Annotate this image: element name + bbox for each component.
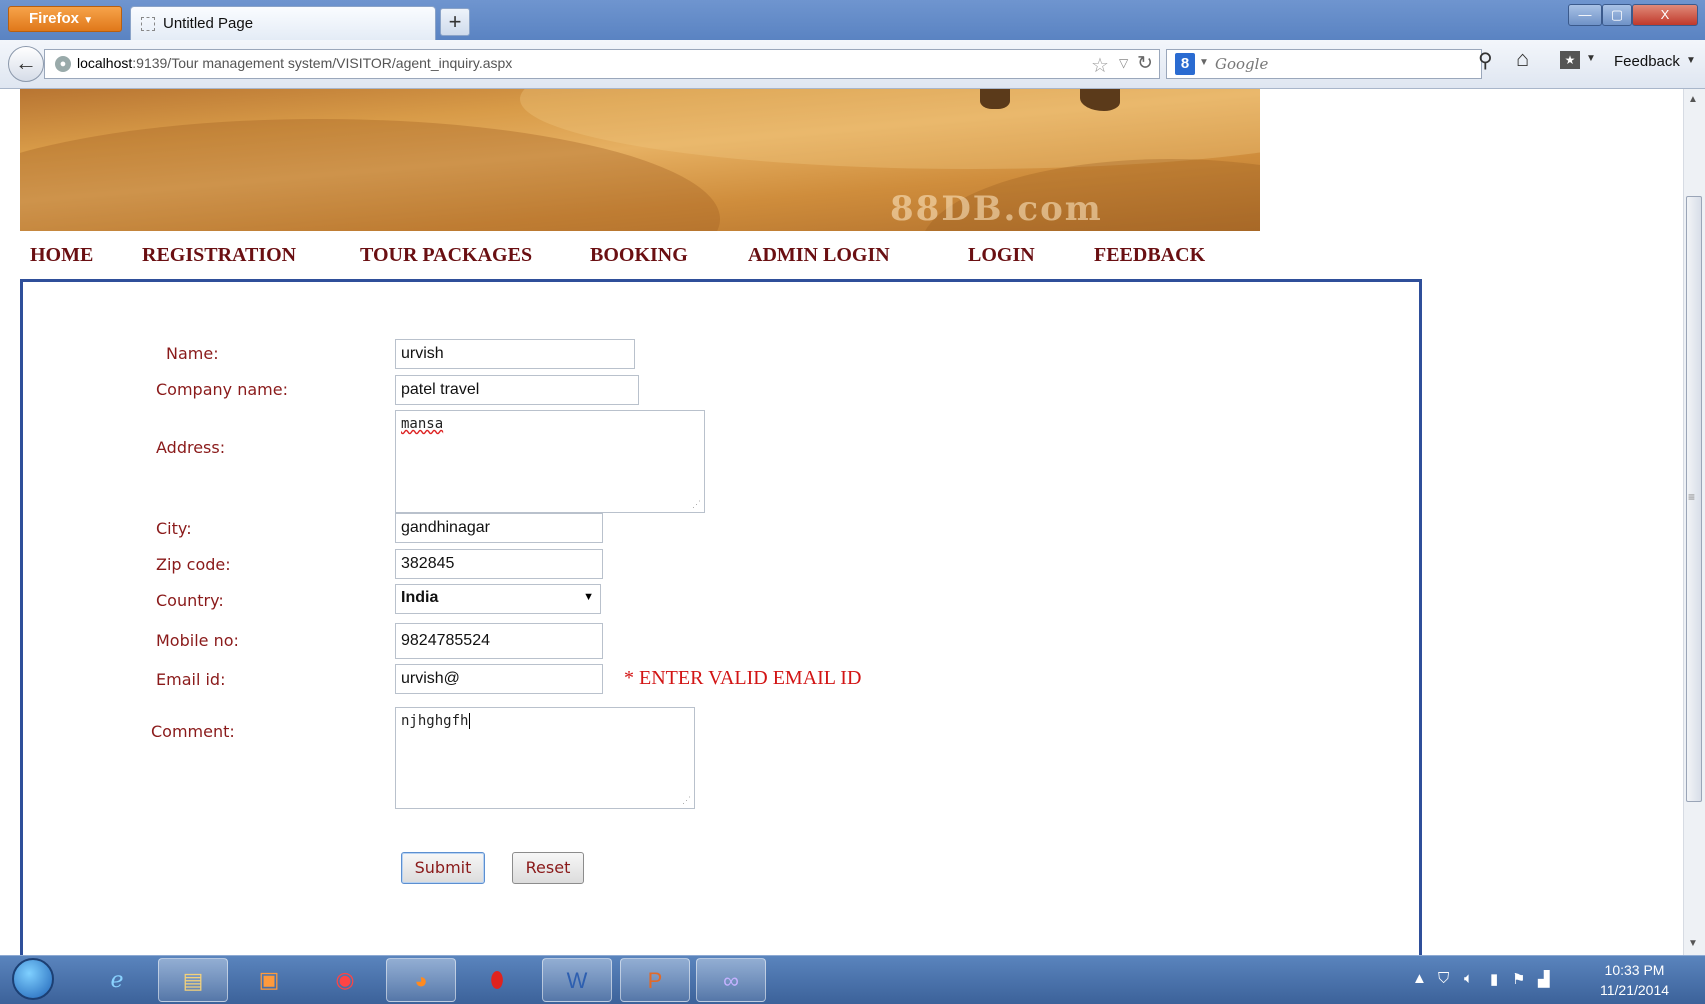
company-input[interactable]: patel travel [395,375,639,405]
tab-title: Untitled Page [163,15,254,32]
powerpoint-icon[interactable]: P [620,958,690,1002]
browser-tab[interactable]: Untitled Page [130,6,436,40]
opera-icon[interactable]: ⬮ [462,958,532,1002]
system-clock[interactable]: 10:33 PM 11/21/2014 [1600,960,1669,1000]
comment-label: Comment: [151,722,235,741]
search-placeholder: Google [1215,55,1269,73]
email-label: Email id: [156,670,226,689]
resize-grip-icon[interactable]: ⋰ [692,500,701,510]
city-label: City: [156,519,192,538]
browser-title-bar: Firefox ▼ Untitled Page + — ▢ X [0,0,1705,40]
page-viewport: 88DB.com HOME REGISTRATION TOUR PACKAGES… [0,89,1683,955]
comment-value: njhghgfh [401,713,469,729]
camel-legs-shape [980,89,1010,109]
internet-explorer-icon[interactable]: ℯ [82,958,152,1002]
new-tab-button[interactable]: + [440,8,470,36]
scroll-down-icon[interactable]: ▼ [1688,938,1698,949]
chevron-down-icon: ▼ [583,591,594,603]
maximize-button[interactable]: ▢ [1602,4,1632,26]
name-label: Name: [166,344,219,363]
scroll-up-icon[interactable]: ▲ [1688,94,1698,105]
scroll-grip-icon: ≡ [1688,490,1696,504]
navigation-bar: ← ● localhost:9139/Tour management syste… [0,40,1705,89]
action-center-flag-icon[interactable]: ⚑ [1512,970,1525,988]
media-player-icon[interactable]: ▣ [234,958,304,1002]
bookmark-star-icon[interactable]: ☆ [1091,53,1109,78]
chevron-down-icon[interactable]: ▼ [1199,57,1209,68]
url-path: :9139/Tour management system/VISITOR/age… [132,55,513,71]
menu-tour-packages[interactable]: TOUR PACKAGES [360,244,532,267]
page-icon [141,17,155,31]
mobile-label: Mobile no: [156,631,239,650]
country-label: Country: [156,591,224,610]
reload-icon[interactable]: ↻ [1137,52,1153,75]
chevron-down-icon[interactable]: ▼ [1686,55,1696,66]
menu-booking[interactable]: BOOKING [590,244,688,267]
back-arrow-icon[interactable]: ← [8,46,44,82]
firefox-icon[interactable]: ◕ [386,958,456,1002]
clock-date: 11/21/2014 [1600,982,1670,998]
reset-button[interactable]: Reset [512,852,584,884]
chrome-icon[interactable]: ◉ [310,958,380,1002]
show-hidden-icons-icon[interactable]: ▲ [1412,970,1427,987]
minimize-button[interactable]: — [1568,4,1602,26]
comment-textarea[interactable]: njhghgfh ⋰ [395,707,695,809]
city-input[interactable]: gandhinagar [395,513,603,543]
text-cursor [469,713,471,729]
banner-watermark: 88DB.com [890,189,1103,229]
start-button[interactable] [12,958,54,1000]
search-icon[interactable]: ⚲ [1478,48,1493,73]
globe-icon: ● [55,56,71,72]
country-select[interactable]: India ▼ [395,584,601,614]
mobile-input[interactable]: 9824785524 [395,623,603,659]
address-label: Address: [156,438,226,457]
desert-banner-image: 88DB.com [20,89,1260,231]
clock-time: 10:33 PM [1604,962,1665,978]
visual-studio-icon[interactable]: ∞ [696,958,766,1002]
name-input[interactable]: urvish [395,339,635,369]
bookmarks-icon[interactable]: ★ [1560,51,1580,69]
file-explorer-icon[interactable]: ▤ [158,958,228,1002]
windows-taskbar: ℯ ▤ ▣ ◉ ◕ ⬮ W P ∞ ▲ ⛉ 🔈︎ ▮ ⚑ ▟ 10:33 PM … [0,955,1705,1004]
firefox-menu-label: Firefox [29,10,80,27]
country-value: India [401,589,439,606]
email-input[interactable]: urvish@ [395,664,603,694]
antivirus-icon[interactable]: ⛉ [1438,970,1449,987]
address-textarea[interactable]: mansa ⋰ [395,410,705,513]
battery-icon[interactable]: ▮ [1490,970,1498,988]
address-bar[interactable]: ● localhost:9139/Tour management system/… [44,49,1160,79]
menu-admin-login[interactable]: ADMIN LOGIN [748,244,890,267]
home-icon[interactable]: ⌂ [1516,46,1529,72]
menu-home[interactable]: HOME [30,244,93,267]
url-text: localhost:9139/Tour management system/VI… [77,55,512,71]
word-icon[interactable]: W [542,958,612,1002]
menu-feedback[interactable]: FEEDBACK [1094,244,1205,267]
email-error-message: * ENTER VALID EMAIL ID [624,667,862,689]
search-box[interactable]: 8 ▼ Google [1166,49,1482,79]
firefox-menu-button[interactable]: Firefox ▼ [8,6,122,32]
menu-registration[interactable]: REGISTRATION [142,244,296,267]
chevron-down-icon[interactable]: ▼ [1586,53,1596,64]
google-icon[interactable]: 8 [1175,53,1195,75]
volume-icon[interactable]: 🔈︎ [1464,970,1473,987]
feedback-button[interactable]: Feedback [1614,53,1680,70]
url-host: localhost [77,55,133,71]
menu-login[interactable]: LOGIN [968,244,1035,267]
zip-input[interactable]: 382845 [395,549,603,579]
zip-label: Zip code: [156,555,231,574]
history-dropdown-icon[interactable]: ▽ [1119,56,1128,70]
address-value: mansa [401,416,444,432]
chevron-down-icon: ▼ [83,15,94,26]
submit-button[interactable]: Submit [401,852,485,884]
close-button[interactable]: X [1632,4,1698,26]
company-label: Company name: [156,380,288,399]
resize-grip-icon[interactable]: ⋰ [682,796,691,806]
network-icon[interactable]: ▟ [1538,970,1550,988]
